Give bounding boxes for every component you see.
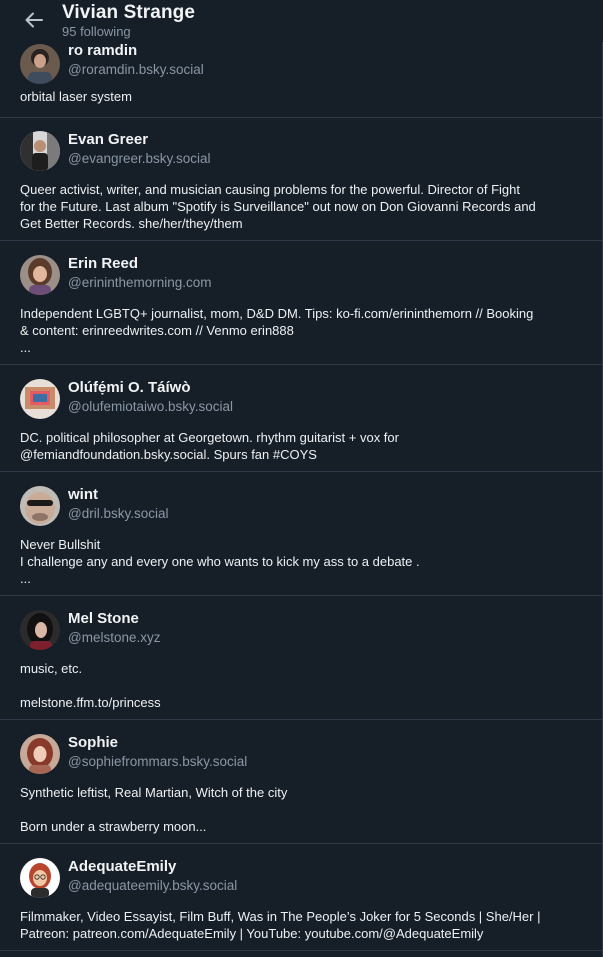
bio-line: Get Better Records. she/her/they/them [20, 216, 243, 231]
bio: Never Bullshit I challenge any and every… [20, 536, 580, 587]
display-name[interactable]: Sophie [68, 734, 118, 751]
bio: Queer activist, writer, and musician cau… [20, 181, 580, 232]
following-count: 95 following [62, 24, 131, 39]
bio: orbital laser system [20, 88, 580, 105]
avatar[interactable] [20, 486, 60, 526]
bio-line: ... [20, 340, 31, 355]
list-item[interactable]: wint @dril.bsky.social Never Bullshit I … [0, 472, 602, 596]
display-name[interactable]: ro ramdin [68, 42, 137, 59]
display-name[interactable]: Evan Greer [68, 131, 148, 148]
header: Vivian Strange 95 following [0, 0, 603, 42]
display-name[interactable]: Erin Reed [68, 255, 138, 272]
list-item[interactable]: Evan Greer @evangreer.bsky.social Queer … [0, 117, 602, 241]
display-name[interactable]: Mel Stone [68, 610, 139, 627]
bio-line: Never Bullshit [20, 537, 101, 552]
bio-line: Patreon: patreon.com/AdequateEmily | You… [20, 926, 484, 941]
bio: DC. political philosopher at Georgetown.… [20, 429, 580, 463]
handle[interactable]: @adequateemily.bsky.social [68, 878, 237, 893]
bio-line: I challenge any and every one who wants … [20, 554, 420, 569]
handle[interactable]: @melstone.xyz [68, 630, 160, 645]
bio: music, etc. melstone.ffm.to/princess [20, 660, 580, 711]
bio-line: orbital laser system [20, 89, 132, 104]
avatar[interactable] [20, 734, 60, 774]
handle[interactable]: @olufemiotaiwo.bsky.social [68, 399, 233, 414]
avatar[interactable] [20, 255, 60, 295]
avatar[interactable] [20, 44, 60, 84]
display-name[interactable]: Olúfẹ́mi O. Táíwò [68, 379, 191, 396]
bio-line: Filmmaker, Video Essayist, Film Buff, Wa… [20, 909, 541, 924]
bio: Independent LGBTQ+ journalist, mom, D&D … [20, 305, 580, 356]
avatar[interactable] [20, 610, 60, 650]
list-item[interactable]: Mel Stone @melstone.xyz music, etc. mels… [0, 596, 602, 720]
avatar[interactable] [20, 131, 60, 171]
handle[interactable]: @sophiefrommars.bsky.social [68, 754, 247, 769]
back-button[interactable] [18, 8, 50, 36]
bio-line: ... [20, 571, 31, 586]
bio-line: melstone.ffm.to/princess [20, 695, 161, 710]
bio-line [20, 801, 580, 818]
bio-line [20, 677, 580, 694]
bio-line: DC. political philosopher at Georgetown.… [20, 430, 399, 445]
handle[interactable]: @evangreer.bsky.social [68, 151, 211, 166]
bio-line: for the Future. Last album "Spotify is S… [20, 199, 536, 214]
list-item[interactable]: AdequateEmily @adequateemily.bsky.social… [0, 844, 602, 951]
list-item[interactable]: Sophie @sophiefrommars.bsky.social Synth… [0, 720, 602, 844]
arrow-left-icon [23, 9, 45, 36]
bio-line: Born under a strawberry moon... [20, 819, 207, 834]
avatar[interactable] [20, 379, 60, 419]
handle[interactable]: @roramdin.bsky.social [68, 62, 204, 77]
list-item[interactable]: Olúfẹ́mi O. Táíwò @olufemiotaiwo.bsky.so… [0, 365, 602, 472]
handle[interactable]: @erininthemorning.com [68, 275, 212, 290]
list-item[interactable]: Erin Reed @erininthemorning.com Independ… [0, 241, 602, 365]
bio-line: Queer activist, writer, and musician cau… [20, 182, 520, 197]
bio: Filmmaker, Video Essayist, Film Buff, Wa… [20, 908, 580, 942]
avatar[interactable] [20, 858, 60, 898]
display-name[interactable]: wint [68, 486, 98, 503]
handle[interactable]: @dril.bsky.social [68, 506, 168, 521]
bio-line: Synthetic leftist, Real Martian, Witch o… [20, 785, 288, 800]
page-title: Vivian Strange [62, 2, 196, 23]
bio-line: Independent LGBTQ+ journalist, mom, D&D … [20, 306, 534, 321]
bio-line: music, etc. [20, 661, 83, 676]
display-name[interactable]: AdequateEmily [68, 858, 176, 875]
bio: Synthetic leftist, Real Martian, Witch o… [20, 784, 580, 835]
bio-line: & content: erinreedwrites.com // Venmo e… [20, 323, 294, 338]
bio-line: @femiandfoundation.bsky.social. Spurs fa… [20, 447, 317, 462]
